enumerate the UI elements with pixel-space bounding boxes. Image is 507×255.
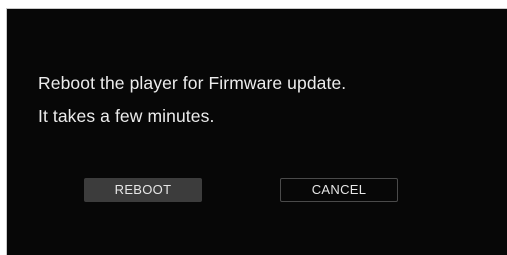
message-line-1: Reboot the player for Firmware update.: [38, 73, 347, 93]
firmware-update-dialog: Reboot the player for Firmware update. I…: [7, 9, 507, 255]
dialog-message: Reboot the player for Firmware update. I…: [38, 67, 346, 133]
reboot-button[interactable]: REBOOT: [84, 178, 202, 202]
message-line-2: It takes a few minutes.: [38, 106, 215, 126]
cancel-button[interactable]: CANCEL: [280, 178, 398, 202]
dialog-frame: Reboot the player for Firmware update. I…: [6, 8, 507, 255]
